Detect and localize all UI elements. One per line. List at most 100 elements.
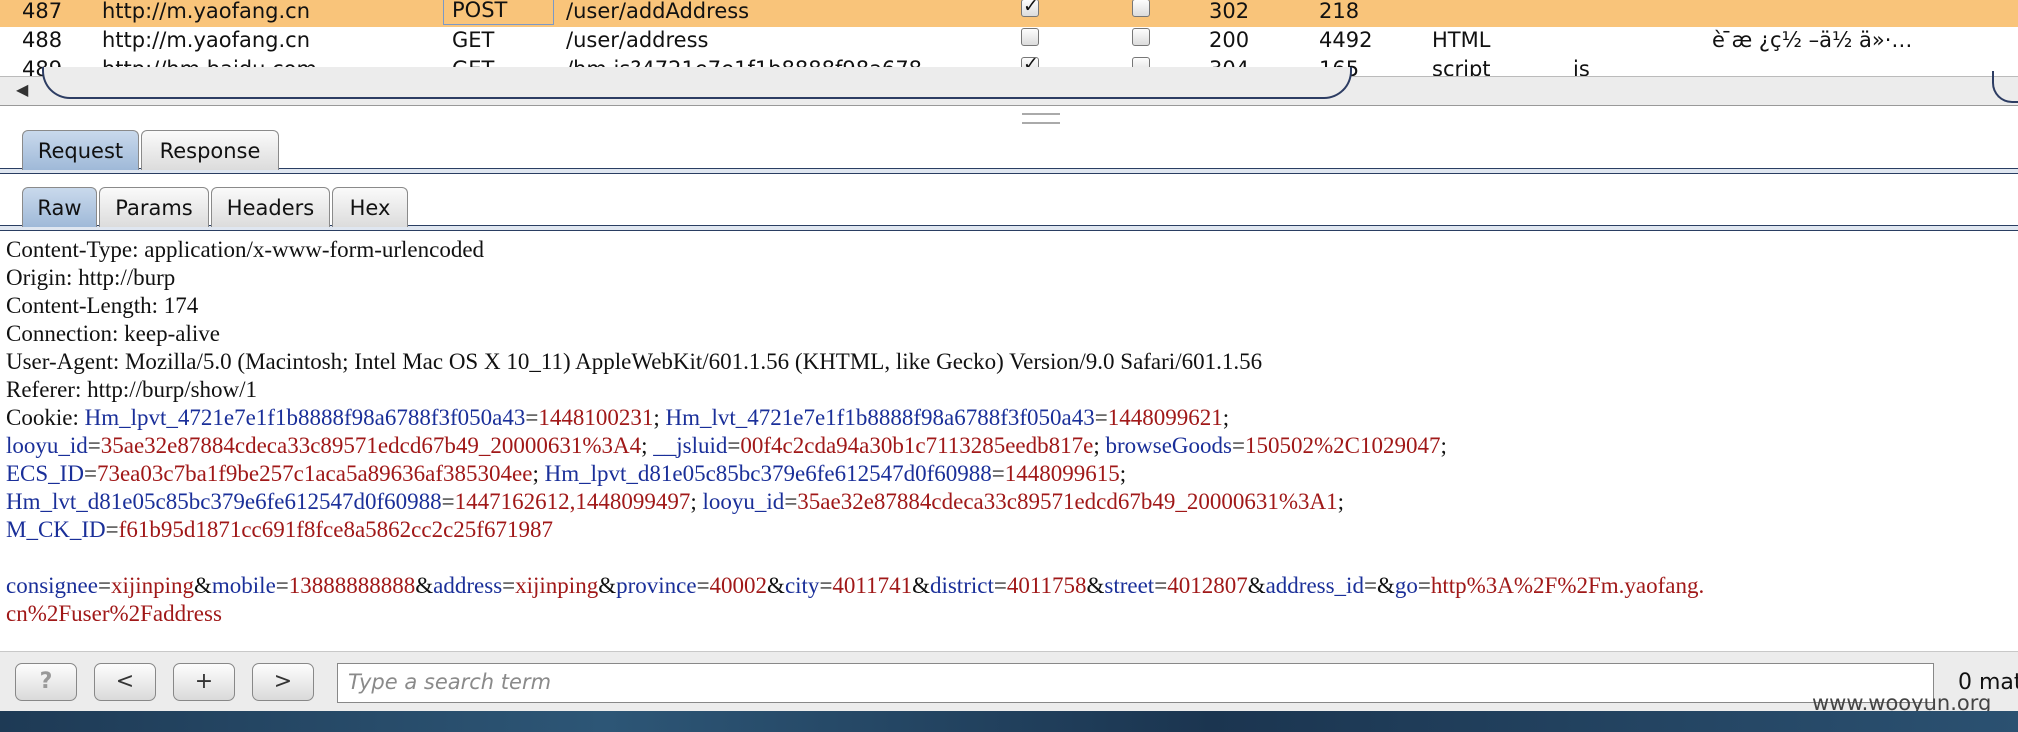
params-checkbox[interactable] [1021, 28, 1039, 46]
equals-sign: = [1094, 405, 1108, 430]
row-title: è ̄æ ¿ç½ –ä½ ä»·… [1712, 28, 1913, 52]
tab-bar-divider [0, 168, 2018, 174]
equals-sign: = [991, 461, 1005, 486]
cookie-line: M_CK_ID=f61b95d1871cc691f8fce8a5862cc2c2… [6, 517, 553, 543]
param-name: Hm_lvt_4721e7e1f1b8888f98a6788f3f050a43 [665, 405, 1095, 430]
param-value: 40002 [709, 573, 768, 598]
body-line: cn%2Fuser%2Faddress [6, 601, 222, 627]
separator: & [1376, 573, 1395, 598]
equals-sign: = [275, 573, 289, 598]
param-value: f61b95d1871cc691f8fce8a5862cc2c25f671987 [118, 517, 553, 542]
tab-response[interactable]: Response [141, 130, 279, 170]
header-line: Connection: keep-alive [6, 321, 220, 346]
param-value: 00f4c2cda94a30b1c7113285eedb817e [740, 433, 1094, 458]
param-name: Hm_lpvt_4721e7e1f1b8888f98a6788f3f050a43 [84, 405, 526, 430]
equals-sign: = [696, 573, 710, 598]
param-value: 13888888888 [288, 573, 416, 598]
header-line: Origin: http://burp [6, 265, 176, 290]
separator: ; [1440, 433, 1447, 458]
desktop-background [0, 711, 2018, 732]
param-value: 4011741 [832, 573, 913, 598]
separator: & [1086, 573, 1105, 598]
params-checkbox[interactable] [1021, 0, 1039, 17]
tab-hex[interactable]: Hex [332, 187, 408, 227]
param-name: province [616, 573, 697, 598]
body-value: cn%2Fuser%2Faddress [6, 601, 222, 626]
param-name: address [433, 573, 503, 598]
param-value: http%3A%2F%2Fm.yaofang. [1430, 573, 1705, 598]
equals-sign: = [1363, 573, 1377, 598]
search-options-button[interactable]: + [173, 663, 235, 701]
param-value: 1447162612,1448099497 [454, 489, 691, 514]
help-button[interactable]: ? [15, 663, 77, 701]
param-value: 150502%2C1029047 [1244, 433, 1441, 458]
tab-request[interactable]: Request [22, 130, 139, 170]
row-length: 4492 [1319, 28, 1373, 52]
header-line: Content-Length: 174 [6, 293, 199, 318]
equals-sign: = [441, 489, 455, 514]
param-name: M_CK_ID [6, 517, 106, 542]
edited-checkbox[interactable] [1132, 28, 1150, 46]
row-status: 200 [1209, 28, 1250, 52]
param-name: Hm_lvt_d81e05c85bc379e6fe612547d0f60988 [6, 489, 442, 514]
equals-sign: = [993, 573, 1007, 598]
param-name: looyu_id [702, 489, 785, 514]
param-value: 35ae32e87884cdeca33c89571edcd67b49_20000… [100, 433, 642, 458]
header-line: Content-Type: application/x-www-form-url… [6, 237, 485, 262]
separator: ; [1093, 433, 1106, 458]
equals-sign: = [502, 573, 516, 598]
row-number: 488 [22, 28, 63, 52]
tab-headers[interactable]: Headers [211, 187, 330, 227]
scroll-left-arrow-icon[interactable]: ◀ [16, 80, 28, 99]
scrollbar-thumb[interactable] [42, 67, 1352, 99]
tab-raw[interactable]: Raw [22, 187, 97, 227]
param-name: mobile [211, 573, 276, 598]
history-row[interactable]: 487 http://m.yaofang.cn POST/user/addAddre… [0, 0, 2018, 27]
cookie-line: Hm_lvt_d81e05c85bc379e6fe612547d0f60988=… [6, 489, 1344, 515]
header-line: User-Agent: Mozilla/5.0 (Macintosh; Inte… [6, 349, 1263, 374]
row-url: /user/address [566, 28, 709, 52]
row-status: 302 [1209, 0, 1250, 23]
row-host: http://m.yaofang.cn [102, 0, 311, 23]
equals-sign: = [105, 517, 119, 542]
param-value: 1448100231 [538, 405, 654, 430]
row-host: http://m.yaofang.cn [102, 28, 311, 52]
param-name: city [784, 573, 820, 598]
separator: ; [1119, 461, 1127, 486]
edited-checkbox[interactable] [1132, 0, 1150, 17]
separator: & [194, 573, 212, 598]
equals-sign: = [525, 405, 539, 430]
history-row[interactable]: 488 http://m.yaofang.cn GET/user/address 20… [0, 27, 2018, 56]
previous-match-button[interactable]: < [94, 663, 156, 701]
separator: & [415, 573, 434, 598]
row-number: 487 [22, 0, 63, 23]
param-name: address_id [1265, 573, 1364, 598]
param-value: xijinping [515, 573, 599, 598]
raw-request-editor[interactable]: Content-Type: application/x-www-form-url… [0, 233, 2018, 651]
param-value: 1448099615 [1004, 461, 1120, 486]
param-value: 4011758 [1006, 573, 1087, 598]
param-name: looyu_id [6, 433, 88, 458]
search-input[interactable]: Type a search term [337, 663, 1934, 703]
cookie-line: ECS_ID=73ea03c7ba1f9be257c1aca5a89636af3… [6, 461, 1126, 487]
row-extension: js [1573, 57, 1590, 76]
history-horizontal-scrollbar[interactable]: ◀ [0, 67, 2018, 106]
equals-sign: = [727, 433, 741, 458]
tab-params[interactable]: Params [99, 187, 209, 227]
pane-splitter-handle[interactable] [1022, 113, 1060, 124]
param-name: district [929, 573, 994, 598]
param-name: street [1104, 573, 1155, 598]
separator: & [1247, 573, 1266, 598]
row-mime-type: HTML [1432, 28, 1491, 52]
param-value: 1448099621 [1107, 405, 1223, 430]
cookie-line: looyu_id = 35ae32e87884cdeca33c89571edcd67… [6, 433, 1447, 459]
next-match-button[interactable]: > [252, 663, 314, 701]
param-value: 4012807 [1167, 573, 1248, 598]
header-line: Referer: http://burp/show/1 [6, 377, 258, 402]
proxy-history-table: 487 http://m.yaofang.cn POST/user/addAddre… [0, 0, 2018, 76]
body-line: consignee=xijinping&mobile=13888888888&a… [6, 573, 1704, 599]
equals-sign: = [83, 461, 97, 486]
row-length: 218 [1319, 0, 1360, 23]
param-value: 73ea03c7ba1f9be257c1aca5a89636af385304ee [96, 461, 533, 486]
separator: & [598, 573, 617, 598]
